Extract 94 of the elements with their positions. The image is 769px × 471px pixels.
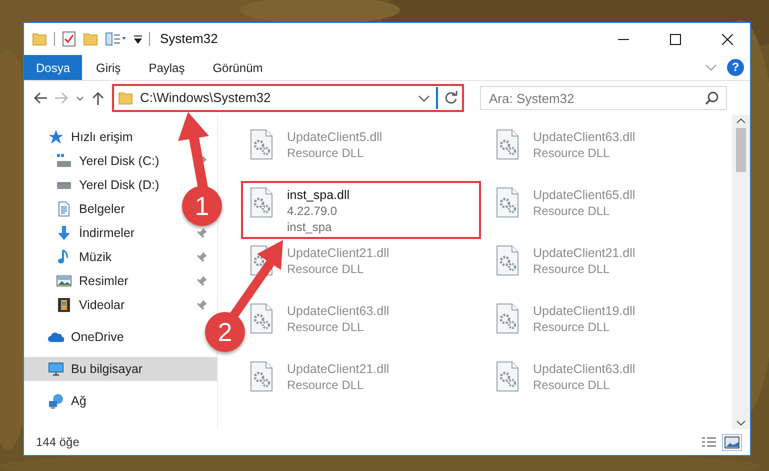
scroll-up-icon[interactable] (736, 118, 746, 124)
drive-icon (56, 154, 72, 168)
close-icon (722, 34, 732, 44)
address-field[interactable]: C:\Windows\System32 (112, 84, 464, 112)
sidebar-item-label: Yerel Disk (D:) (79, 176, 160, 194)
sidebar-item-label: Bu bilgisayar (71, 360, 143, 378)
sidebar-item-label: Videolar (79, 296, 125, 314)
dropdown-caret-icon[interactable] (418, 94, 430, 102)
image-icon (56, 275, 72, 287)
properties-icon[interactable] (105, 31, 127, 47)
file-detail: 4.22.79.0 (287, 203, 338, 219)
separator-line (54, 32, 55, 46)
sidebar-item-label: Yerel Disk (C:) (79, 152, 160, 170)
dll-file-icon[interactable] (494, 361, 521, 392)
pin-icon[interactable] (197, 276, 207, 286)
file-detail: Resource DLL (287, 377, 365, 393)
network-icon (48, 393, 64, 409)
file-detail: Resource DLL (287, 319, 365, 335)
sidebar-item[interactable]: Yerel Disk (C:) (56, 152, 160, 170)
file-detail: Resource DLL (287, 145, 365, 161)
customize-caret-icon[interactable] (133, 34, 143, 44)
expand-ribbon-icon[interactable] (705, 64, 717, 71)
sidebar-item[interactable]: Ağ (48, 392, 86, 410)
tiles-view-icon (724, 436, 740, 448)
ribbon-tab[interactable]: Giriş (82, 55, 135, 80)
sidebar-item-label: Resimler (79, 272, 128, 290)
sidebar-item[interactable]: İndirmeler (56, 224, 135, 242)
sidebar-item-label: Ağ (71, 392, 86, 410)
recent-caret-icon[interactable] (76, 96, 84, 100)
file-detail: Resource DLL (533, 319, 611, 335)
pin-icon[interactable] (197, 228, 207, 238)
tiles-view-button[interactable] (722, 434, 742, 450)
drive-icon (56, 182, 72, 188)
forward-icon (54, 90, 70, 106)
search-field[interactable]: Ara: System32 (480, 86, 727, 110)
dll-file-icon[interactable] (494, 129, 521, 160)
sidebar-item[interactable]: Yerel Disk (D:) (56, 176, 160, 194)
sidebar-item[interactable]: Resimler (56, 272, 128, 290)
pin-icon[interactable] (197, 252, 207, 262)
file-detail: Resource DLL (533, 377, 611, 393)
sidebar-item[interactable]: Hızlı erişim (48, 128, 133, 146)
address-path: C:\Windows\System32 (140, 89, 272, 108)
separator-line (149, 32, 150, 46)
back-icon (32, 90, 48, 106)
details-view-icon (701, 436, 717, 448)
ribbon-tab[interactable]: Paylaş (134, 55, 199, 80)
back-button[interactable] (32, 90, 48, 106)
film-icon (56, 297, 72, 313)
folder-icon[interactable] (32, 31, 48, 47)
search-icon (705, 91, 719, 105)
file-detail: Resource DLL (287, 261, 365, 277)
up-button[interactable] (90, 90, 106, 106)
pin-icon[interactable] (197, 300, 207, 310)
refresh-icon[interactable] (444, 91, 458, 105)
dll-file-icon[interactable] (494, 303, 521, 334)
dll-file-icon[interactable] (248, 303, 275, 334)
dll-file-icon[interactable] (248, 187, 275, 218)
ribbon-tab[interactable]: Görünüm (198, 55, 277, 80)
star-icon (48, 129, 64, 145)
dll-file-icon[interactable] (494, 245, 521, 276)
computer-icon (48, 361, 64, 377)
sidebar-item[interactable]: Bu bilgisayar (48, 360, 143, 378)
item-count: 144 öğe (36, 434, 80, 451)
checklist-icon[interactable] (61, 31, 77, 47)
sidebar-item-label: Hızlı erişim (71, 128, 133, 146)
file-detail: Resource DLL (533, 261, 611, 277)
download-icon (56, 225, 72, 241)
dll-file-icon[interactable] (248, 361, 275, 392)
sidebar-item[interactable]: OneDrive (48, 328, 124, 346)
sidebar-item-label: Müzik (79, 248, 112, 266)
scroll-down-icon[interactable] (736, 420, 746, 426)
up-icon (90, 90, 106, 106)
window-title: System32 (160, 30, 218, 48)
document-icon (56, 201, 72, 217)
file-tab[interactable]: Dosya (24, 55, 82, 80)
file-detail: Resource DLL (533, 145, 611, 161)
sidebar-item[interactable]: Müzik (56, 248, 112, 266)
sidebar-item-label: İndirmeler (79, 224, 135, 242)
dll-file-icon[interactable] (494, 187, 521, 218)
divider-line (436, 87, 438, 109)
dll-file-icon[interactable] (248, 129, 275, 160)
maximize-icon (670, 34, 680, 44)
file-name[interactable]: inst_spa.dll (287, 187, 350, 203)
file-detail: Resource DLL (533, 203, 611, 219)
sidebar-item[interactable]: Belgeler (56, 200, 125, 218)
help-button[interactable]: ? (727, 59, 744, 76)
scrollbar-thumb[interactable] (736, 128, 746, 172)
sidebar-item-label: OneDrive (71, 328, 124, 346)
sidebar-item[interactable]: Videolar (56, 296, 125, 314)
new-folder-icon[interactable] (83, 31, 99, 47)
sidebar-item-label: Belgeler (79, 200, 125, 218)
cloud-icon (48, 331, 64, 343)
file-detail: inst_spa (287, 219, 333, 235)
folder-icon (118, 90, 134, 106)
